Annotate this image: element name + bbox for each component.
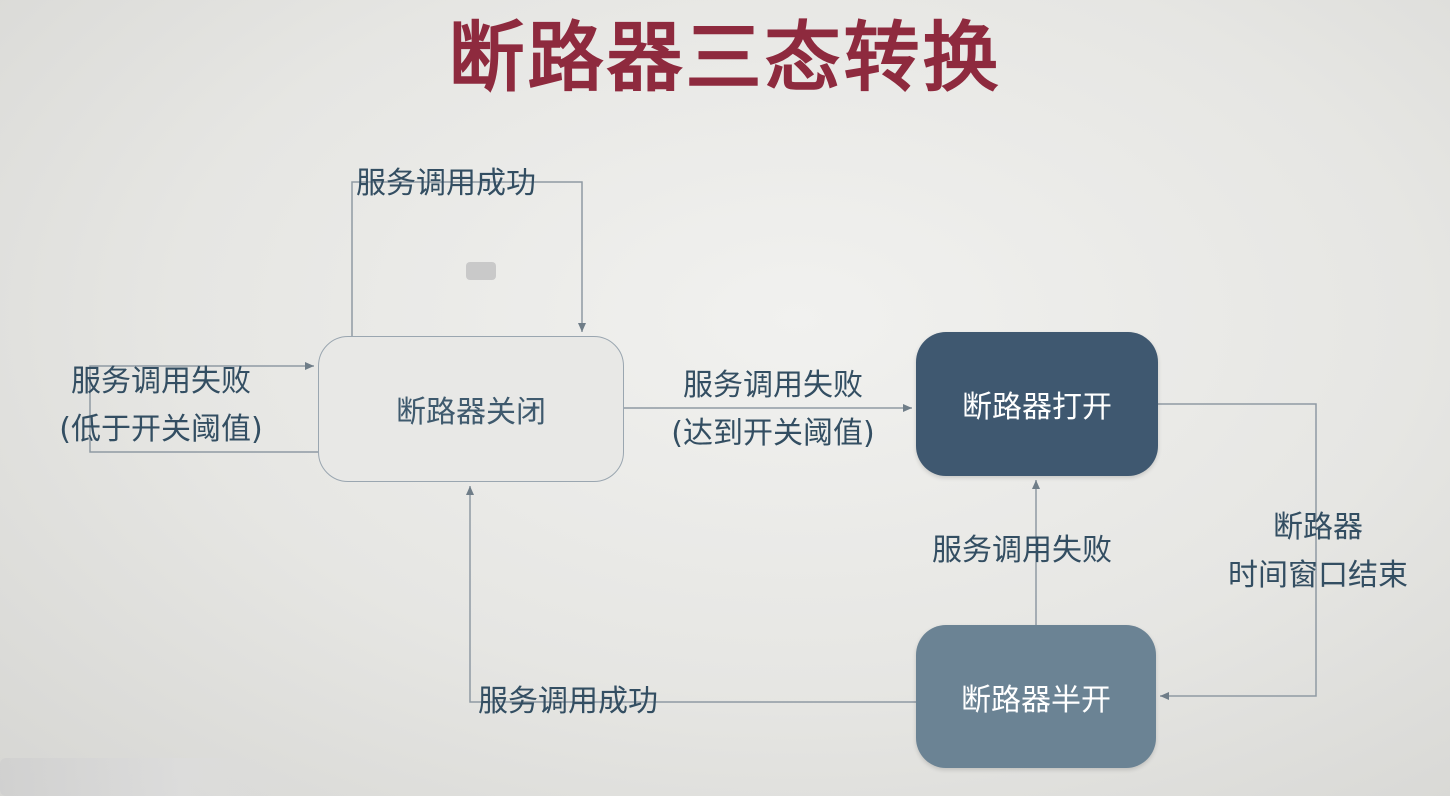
label-closed-to-open: 服务调用失败 (达到开关阈值) [648,362,898,458]
label-closed-self-success: 服务调用成功 [356,166,536,201]
label-open-to-half: 断路器 时间窗口结束 [1212,504,1424,600]
label-half-to-open: 服务调用失败 [932,533,1112,568]
edge-half-to-closed [466,486,916,703]
state-half-open-node: 断路器半开 [916,625,1156,768]
state-open-label: 断路器打开 [962,390,1112,425]
label-closed-to-open-line2: (达到开关阈值) [671,416,875,451]
label-closed-self-fail-line1: 服务调用失败 [71,364,251,399]
state-closed-label: 断路器关闭 [396,395,546,430]
label-open-to-half-line2: 时间窗口结束 [1228,558,1408,593]
label-open-to-half-line1: 断路器 [1273,510,1363,545]
label-closed-self-fail: 服务调用失败 (低于开关阈值) [36,358,286,454]
label-closed-to-open-line1: 服务调用失败 [683,368,863,403]
label-half-to-closed: 服务调用成功 [478,684,658,719]
state-half-open-label: 断路器半开 [961,682,1111,718]
label-closed-self-fail-line2: (低于开关阈值) [59,412,263,447]
blurred-watermark [0,758,300,796]
state-open-node: 断路器打开 [916,332,1158,476]
state-closed-node: 断路器关闭 [318,336,624,482]
blurred-mark [466,262,496,280]
